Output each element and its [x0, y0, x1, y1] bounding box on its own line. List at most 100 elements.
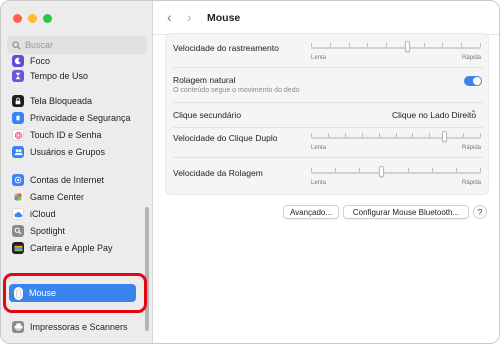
moon-icon — [12, 55, 24, 67]
secondary-click-label: Clique secundário — [173, 110, 242, 120]
slider-tick — [480, 43, 481, 47]
divider — [173, 127, 483, 128]
chevron-updown-icon: ⌃ — [470, 109, 477, 118]
double-click-speed-slider[interactable] — [311, 137, 481, 139]
bluetooth-button-label: Configurar Mouse Bluetooth... — [352, 207, 460, 217]
tracking-speed-knob[interactable] — [404, 41, 410, 52]
natural-scroll-label: Rolagem natural — [173, 75, 236, 85]
sidebar-item-tela-bloqueada[interactable]: Tela Bloqueada — [7, 93, 146, 109]
page-title: Mouse — [207, 12, 241, 24]
sidebar-item-label: Privacidade e Segurança — [30, 113, 131, 123]
slider-tick — [431, 168, 433, 172]
slider-tick — [327, 133, 329, 137]
sidebar-item-impressoras[interactable]: Impressoras e Scanners — [7, 319, 146, 335]
help-button-label: ? — [477, 207, 483, 217]
annotation-highlight-box — [3, 273, 147, 313]
tracking-speed-min: Lenta — [311, 55, 327, 61]
advanced-button-label: Avançado... — [289, 207, 333, 217]
zoom-button[interactable] — [43, 14, 52, 23]
settings-window: Buscar Foco Tempo de Uso Tela Bloqueada — [0, 0, 500, 344]
divider — [173, 67, 483, 68]
slider-tick — [461, 43, 463, 47]
sidebar-item-label: Touch ID e Senha — [30, 130, 102, 140]
double-click-speed-max: Rápida — [462, 145, 482, 151]
help-button[interactable]: ? — [473, 205, 487, 219]
slider-tick — [344, 133, 346, 137]
slider-tick — [311, 168, 312, 172]
sidebar-item-label: Spotlight — [30, 226, 66, 236]
sidebar-item-contas-internet[interactable]: Contas de Internet — [7, 172, 146, 188]
natural-scroll-toggle[interactable] — [464, 76, 482, 86]
sidebar-item-carteira[interactable]: Carteira e Apple Pay — [7, 240, 146, 256]
tracking-speed-label: Velocidade do rastreamento — [173, 43, 279, 53]
lock-screen-icon — [12, 95, 24, 107]
hand-icon — [12, 112, 24, 124]
scroll-speed-slider[interactable] — [311, 172, 481, 174]
sidebar-scrollbar[interactable] — [145, 207, 149, 331]
tracking-speed-max: Rápida — [462, 55, 482, 61]
sidebar-item-foco[interactable]: Foco — [7, 53, 146, 69]
game-center-icon — [12, 191, 24, 203]
sidebar-item-label: Game Center — [30, 192, 85, 202]
divider — [173, 157, 483, 158]
slider-tick — [455, 168, 457, 172]
advanced-button[interactable]: Avançado... — [283, 205, 339, 219]
back-button[interactable]: ‹ — [167, 10, 172, 24]
magnifier-icon — [12, 225, 24, 237]
double-click-speed-min: Lenta — [311, 145, 327, 151]
at-icon — [12, 174, 24, 186]
scroll-speed-ticks — [311, 168, 481, 172]
double-click-speed-label: Velocidade do Clique Duplo — [173, 133, 278, 143]
tracking-speed-ticks — [311, 43, 481, 47]
close-button[interactable] — [13, 14, 22, 23]
slider-tick — [395, 133, 397, 137]
double-click-speed-knob[interactable] — [442, 131, 448, 142]
slider-tick — [480, 168, 481, 172]
search-placeholder: Buscar — [25, 40, 54, 50]
double-click-speed-ticks — [311, 133, 481, 137]
fingerprint-icon — [12, 129, 24, 141]
slider-tick — [429, 133, 431, 137]
slider-tick — [348, 43, 350, 47]
slider-tick — [329, 43, 331, 47]
scroll-speed-knob[interactable] — [379, 166, 385, 177]
sidebar-item-label: Impressoras e Scanners — [30, 322, 128, 332]
sidebar-item-label: Contas de Internet — [30, 175, 105, 185]
mouse-settings-panel: Velocidade do rastreamento Lenta Rápida … — [165, 33, 489, 195]
slider-tick — [412, 133, 414, 137]
slider-tick — [442, 43, 444, 47]
slider-tick — [463, 133, 465, 137]
sidebar-item-tempo-de-uso[interactable]: Tempo de Uso — [7, 68, 146, 84]
slider-tick — [311, 43, 312, 47]
search-icon — [12, 40, 21, 50]
sidebar-item-usuarios[interactable]: Usuários e Grupos — [7, 144, 146, 160]
printer-icon — [12, 321, 24, 333]
natural-scroll-subtitle: O conteúdo segue o movimento do dedo — [173, 87, 300, 94]
sidebar-item-spotlight[interactable]: Spotlight — [7, 223, 146, 239]
cloud-icon — [12, 208, 24, 220]
sidebar-item-privacidade[interactable]: Privacidade e Segurança — [7, 110, 146, 126]
scroll-speed-min: Lenta — [311, 180, 327, 186]
slider-tick — [311, 133, 312, 137]
main-pane: ‹ › Mouse Velocidade do rastreamento Len… — [153, 1, 499, 343]
sidebar-item-label: Carteira e Apple Pay — [30, 243, 113, 253]
sidebar-item-label: Foco — [30, 56, 51, 66]
sidebar-item-touch-id[interactable]: Touch ID e Senha — [7, 127, 146, 143]
minimize-button[interactable] — [28, 14, 37, 23]
sidebar-item-game-center[interactable]: Game Center — [7, 189, 146, 205]
scroll-speed-label: Velocidade da Rolagem — [173, 168, 263, 178]
slider-tick — [361, 133, 363, 137]
forward-button[interactable]: › — [187, 10, 192, 24]
configure-bluetooth-mouse-button[interactable]: Configurar Mouse Bluetooth... — [343, 205, 469, 219]
window-controls — [13, 14, 52, 23]
toolbar: ‹ › Mouse — [153, 1, 499, 35]
tracking-speed-slider[interactable] — [311, 47, 481, 49]
sidebar-item-label: Tempo de Uso — [30, 71, 89, 81]
slider-tick — [386, 43, 388, 47]
divider — [173, 102, 483, 103]
sidebar: Buscar Foco Tempo de Uso Tela Bloqueada — [1, 1, 153, 343]
secondary-click-select[interactable]: Clique no Lado Direito — [392, 110, 476, 120]
sidebar-item-label: Usuários e Grupos — [30, 147, 106, 157]
sidebar-item-icloud[interactable]: iCloud — [7, 206, 146, 222]
search-input[interactable]: Buscar — [7, 36, 147, 54]
